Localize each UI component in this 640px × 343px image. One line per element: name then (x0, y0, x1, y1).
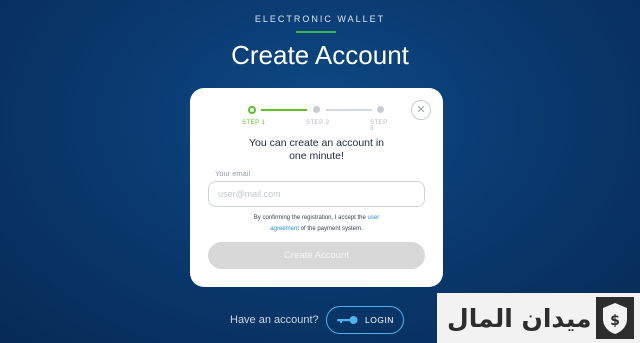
have-account-text: Have an account? (230, 314, 319, 326)
agreement-text: By confirming the registration, I accept… (190, 213, 443, 235)
create-account-button[interactable]: Create Account (208, 242, 425, 269)
agreement-prefix: By confirming the registration, I accept… (253, 215, 368, 221)
login-button[interactable]: LOGIN (326, 306, 404, 334)
overline-accent-bar (296, 31, 336, 33)
email-label: Your email (215, 169, 251, 178)
user-agreement-link[interactable]: user (368, 215, 380, 221)
card-heading-line-2: one minute! (289, 150, 344, 162)
step-2-line (326, 109, 372, 111)
signup-card: ✕ STEP 1 STEP 2 STEP 3 You can create an… (190, 88, 443, 287)
step-1-dot (248, 105, 256, 114)
login-label: LOGIN (365, 315, 394, 325)
key-icon (337, 316, 358, 324)
card-heading-line-1: You can create an account in (248, 137, 385, 149)
watermark-text: ميدان المال (447, 303, 592, 333)
step-2-label: STEP 2 (306, 120, 330, 126)
step-2-dot (313, 106, 320, 113)
card-heading: You can create an account in one minute! (190, 137, 443, 163)
user-agreement-link-cont[interactable]: agreement (270, 226, 299, 232)
watermark-logo: ميدان المال $ (437, 293, 640, 343)
email-field[interactable] (208, 181, 425, 207)
step-1-label: STEP 1 (242, 120, 266, 126)
svg-text:$: $ (610, 313, 620, 329)
step-3-label: STEP 3 (370, 120, 388, 132)
shield-dollar-icon: $ (596, 297, 634, 339)
stepper: STEP 1 STEP 2 STEP 3 (240, 105, 390, 132)
page-title: Create Account (231, 40, 409, 70)
step-1-progress-line (261, 109, 307, 111)
overline-text: ELECTRONIC WALLET (254, 14, 386, 24)
close-button[interactable]: ✕ (411, 100, 431, 120)
step-3-dot (377, 106, 384, 113)
close-icon: ✕ (416, 103, 426, 116)
agreement-suffix: of the payment system. (298, 226, 363, 232)
